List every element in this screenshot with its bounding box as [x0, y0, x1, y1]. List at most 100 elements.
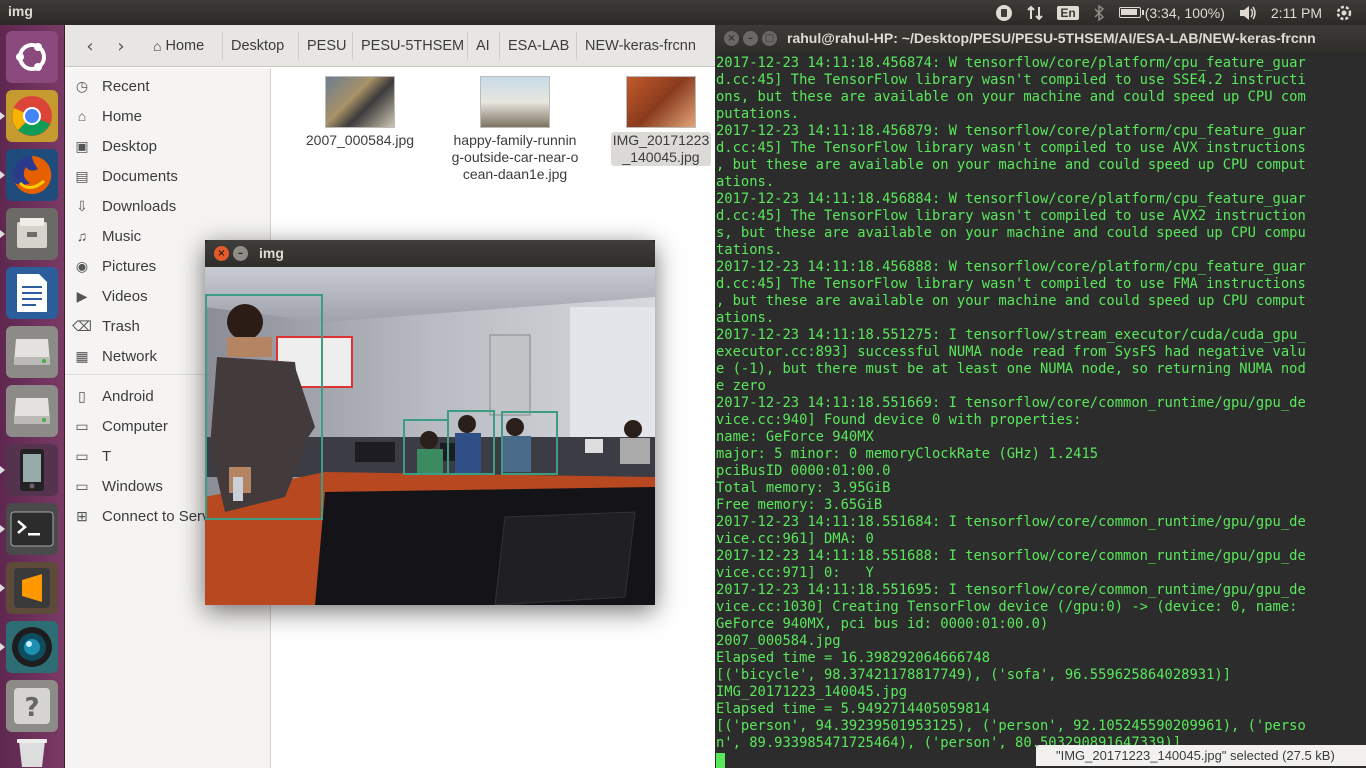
bounding-box-person-2	[403, 419, 449, 475]
trash-icon[interactable]	[6, 737, 58, 767]
forward-button[interactable]: ›	[106, 33, 136, 59]
breadcrumb-pesu[interactable]: PESU	[298, 32, 355, 60]
file-selection-status: "IMG_20171223_140045.jpg" selected (27.5…	[1036, 745, 1366, 766]
sidebar-item-android[interactable]: ▯ Android	[73, 384, 154, 408]
terminal-line: [('person', 94.39239501953125), ('person…	[716, 718, 1306, 734]
libreoffice-writer-icon[interactable]	[6, 267, 58, 319]
network-arrows-icon[interactable]	[1027, 5, 1044, 21]
volume-icon[interactable]	[1239, 5, 1257, 21]
terminal-line: 2017-12-23 14:11:18.456879: W tensorflow…	[716, 123, 1306, 139]
minimize-icon[interactable]: –	[743, 31, 758, 46]
svg-text:?: ?	[24, 693, 39, 723]
phone-icon[interactable]	[0, 444, 58, 496]
sidebar-item-downloads[interactable]: ⇩ Downloads	[73, 194, 176, 218]
settings-gear-icon[interactable]	[1336, 5, 1352, 21]
dropbox-icon[interactable]	[995, 4, 1013, 22]
sidebar-item-windows[interactable]: ▭ Windows	[73, 474, 162, 498]
music-icon: ♫	[76, 228, 88, 244]
terminal-line: 2017-12-23 14:11:18.456888: W tensorflow…	[716, 259, 1306, 275]
sidebar-item-label: Trash	[102, 317, 140, 335]
image-window-titlebar[interactable]: × – img	[205, 240, 655, 267]
terminal-icon[interactable]	[0, 503, 58, 555]
sidebar-item-label: Home	[102, 107, 143, 125]
terminal-line: Elapsed time = 5.9492714405059814	[716, 701, 991, 717]
sidebar-item-music[interactable]: ♫ Music	[73, 224, 141, 248]
terminal-line: e (-1), but there must be at least one N…	[716, 361, 1306, 377]
terminal-line: 2007_000584.jpg	[716, 633, 841, 649]
running-indicator	[0, 466, 5, 474]
clock[interactable]: 2:11 PM	[1271, 5, 1322, 21]
file-item[interactable]: happy-family-running-outside-car-near-oc…	[450, 76, 580, 183]
files-icon[interactable]	[0, 208, 58, 260]
plus-icon: ⊞	[76, 507, 88, 524]
close-icon[interactable]: ×	[214, 246, 229, 261]
breadcrumb-new-keras-frcnn[interactable]: NEW-keras-frcnn	[576, 32, 704, 60]
sublime-text-icon[interactable]	[0, 562, 58, 614]
terminal-line: 2017-12-23 14:11:18.551275: I tensorflow…	[716, 327, 1306, 343]
unity-launcher: ?	[0, 25, 65, 768]
keyboard-language-indicator[interactable]: En	[1057, 5, 1079, 20]
file-item-selected[interactable]: IMG_20171223_140045.jpg	[611, 76, 711, 166]
sidebar-item-computer[interactable]: ▭ Computer	[73, 414, 167, 438]
bluetooth-icon[interactable]	[1093, 4, 1105, 21]
sidebar-item-home[interactable]: ⌂ Home	[73, 104, 142, 128]
sidebar-item-trash[interactable]: ⌫ Trash	[72, 314, 140, 338]
minimize-icon[interactable]: –	[233, 246, 248, 261]
terminal-line: putations.	[716, 106, 800, 122]
terminal-line: s, but these are available on your machi…	[716, 225, 1306, 241]
help-icon[interactable]: ?	[6, 680, 58, 732]
sidebar-item-desktop[interactable]: ▣ Desktop	[73, 134, 157, 158]
running-indicator	[0, 584, 5, 592]
file-thumbnail	[325, 76, 395, 128]
sidebar-item-videos[interactable]: ▶ Videos	[73, 284, 148, 308]
sidebar-item-label: Desktop	[102, 137, 158, 155]
firefox-icon[interactable]	[0, 149, 58, 201]
disk-drive-icon-2[interactable]	[6, 385, 58, 437]
sidebar-item-recent[interactable]: ◷ Recent	[73, 74, 150, 98]
breadcrumb-desktop[interactable]: Desktop	[222, 32, 292, 60]
network-icon: ▦	[75, 347, 89, 364]
file-name: IMG_20171223_140045.jpg	[611, 132, 711, 166]
terminal-line: , but these are available on your machin…	[716, 157, 1306, 173]
folder-icon: ▣	[75, 137, 89, 154]
breadcrumb-pesu-5thsem[interactable]: PESU-5THSEM	[352, 32, 472, 60]
terminal-lines: 2017-12-23 14:11:18.456874: W tensorflow…	[716, 55, 1366, 768]
terminal-line: , but these are available on your machin…	[716, 293, 1306, 309]
terminal-line: pciBusID 0000:01:00.0	[716, 463, 891, 479]
sidebar-item-network[interactable]: ▦ Network	[73, 344, 157, 368]
terminal-line: 2017-12-23 14:11:18.551688: I tensorflow…	[716, 548, 1306, 564]
terminal-line: tations.	[716, 242, 783, 258]
battery-indicator[interactable]: (3:34, 100%)	[1118, 4, 1225, 21]
terminal-line: vice.cc:940] Found device 0 with propert…	[716, 412, 1082, 428]
terminal-line: major: 5 minor: 0 memoryClockRate (GHz) …	[716, 446, 1099, 462]
sidebar-item-documents[interactable]: ▤ Documents	[73, 164, 178, 188]
terminal-titlebar[interactable]: × – □ rahul@rahul-HP: ~/Desktop/PESU/PES…	[715, 25, 1366, 53]
breadcrumb-esa-lab[interactable]: ESA-LAB	[499, 32, 577, 60]
sidebar-item-pictures[interactable]: ◉ Pictures	[73, 254, 156, 278]
breadcrumb-home[interactable]: ⌂ Home	[145, 32, 212, 60]
disk-drive-icon[interactable]	[6, 326, 58, 378]
terminal-line: Free memory: 3.65GiB	[716, 497, 883, 513]
sidebar-item-connect-to-server[interactable]: ⊞ Connect to Server	[73, 504, 223, 528]
files-toolbar: ‹ › ⌂ Home Desktop PESU PESU-5THSEM AI E…	[65, 25, 715, 67]
sidebar-item-label: Videos	[102, 287, 148, 305]
terminal-output[interactable]: 2017-12-23 14:11:18.456874: W tensorflow…	[715, 53, 1366, 768]
trash-icon: ⌫	[72, 317, 92, 334]
terminal-line: GeForce 940MX, pci bus id: 0000:01:00.0)	[716, 616, 1049, 632]
back-button[interactable]: ‹	[75, 33, 105, 59]
chrome-icon[interactable]	[0, 90, 58, 142]
terminal-line: IMG_20171223_140045.jpg	[716, 684, 908, 700]
sidebar-item-label: Documents	[102, 167, 178, 185]
battery-text: (3:34, 100%)	[1144, 4, 1225, 21]
file-item[interactable]: 2007_000584.jpg	[300, 76, 420, 149]
cheese-camera-icon[interactable]	[0, 621, 58, 673]
download-icon: ⇩	[76, 197, 88, 214]
close-icon[interactable]: ×	[724, 31, 739, 46]
maximize-icon[interactable]: □	[762, 31, 777, 46]
sidebar-item-t[interactable]: ▭ T	[73, 444, 111, 468]
breadcrumb-ai[interactable]: AI	[467, 32, 498, 60]
sidebar-item-label: Music	[102, 227, 142, 245]
terminal-line: ations.	[716, 174, 775, 190]
ubuntu-dash-icon[interactable]	[6, 31, 58, 83]
active-app-title: img	[8, 3, 33, 19]
